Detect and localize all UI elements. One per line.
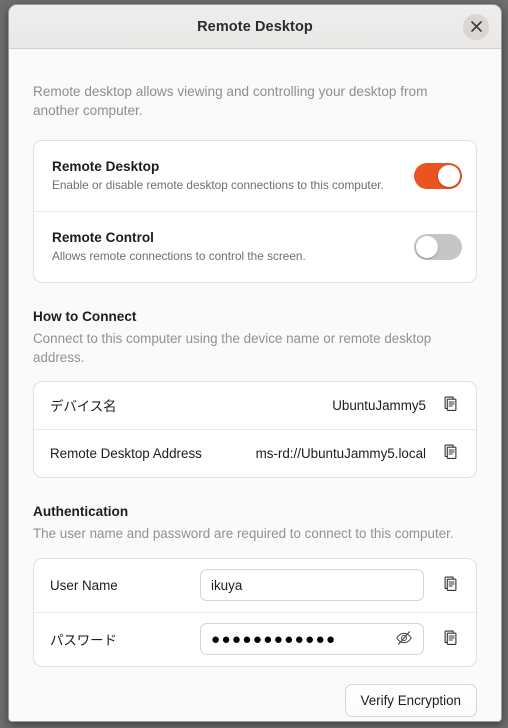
copy-user-name-button[interactable] [438, 572, 464, 598]
close-button[interactable] [463, 13, 489, 40]
verify-encryption-button[interactable]: Verify Encryption [344, 683, 477, 717]
remote-desktop-texts: Remote Desktop Enable or disable remote … [52, 158, 414, 193]
toggle-knob [416, 235, 438, 258]
remote-desktop-address-row: Remote Desktop Address ms-rd://UbuntuJam… [34, 428, 476, 477]
copy-icon [444, 444, 459, 463]
device-name-value: UbuntuJammy5 [332, 397, 426, 413]
copy-device-name-button[interactable] [438, 392, 464, 418]
copy-icon [444, 576, 459, 595]
remote-desktop-subtitle: Enable or disable remote desktop connect… [52, 177, 384, 192]
remote-control-texts: Remote Control Allows remote connections… [52, 229, 414, 264]
how-to-connect-heading: How to Connect [33, 308, 137, 324]
remote-desktop-title: Remote Desktop [52, 159, 160, 174]
dialog-content: Remote desktop allows viewing and contro… [9, 49, 501, 721]
remote-control-toggle[interactable] [414, 233, 462, 260]
toggle-knob [438, 164, 460, 187]
password-masked-value: ●●●●●●●●●●●● [211, 631, 337, 647]
password-field[interactable]: ●●●●●●●●●●●● [200, 623, 424, 656]
authentication-heading: Authentication [33, 503, 129, 519]
connection-info-card: デバイス名 UbuntuJammy5 Remote Desktop Addres… [33, 380, 477, 478]
titlebar: Remote Desktop [9, 5, 501, 49]
copy-remote-desktop-address-button[interactable] [438, 440, 464, 466]
close-icon [470, 21, 482, 32]
toggle-password-visibility-button[interactable] [393, 628, 415, 650]
remote-control-row[interactable]: Remote Control Allows remote connections… [34, 210, 476, 282]
intro-text: Remote desktop allows viewing and contro… [33, 84, 428, 119]
device-name-label: デバイス名 [50, 399, 117, 415]
remote-desktop-address-value: ms-rd://UbuntuJammy5.local [255, 445, 426, 461]
window-title: Remote Desktop [197, 18, 313, 35]
authentication-description: The user name and password are required … [33, 525, 454, 541]
copy-icon [444, 630, 459, 649]
device-name-row: デバイス名 UbuntuJammy5 [34, 382, 476, 429]
copy-password-button[interactable] [438, 626, 464, 652]
remote-desktop-dialog: Remote Desktop Remote desktop allows vie… [8, 4, 502, 722]
user-name-label: User Name [50, 577, 118, 593]
remote-control-title: Remote Control [52, 230, 154, 245]
remote-desktop-row[interactable]: Remote Desktop Enable or disable remote … [34, 141, 476, 211]
remote-desktop-address-label: Remote Desktop Address [50, 445, 202, 461]
remote-control-subtitle: Allows remote connections to control the… [52, 248, 306, 263]
eye-slash-icon [395, 630, 413, 649]
remote-desktop-toggle[interactable] [414, 162, 462, 189]
toggle-card: Remote Desktop Enable or disable remote … [33, 139, 477, 283]
user-name-field[interactable] [200, 569, 424, 602]
authentication-card: User Name パスワード [33, 557, 477, 667]
password-row: パスワード ●●●●●●●●●●●● [34, 611, 476, 666]
user-name-row: User Name [34, 559, 476, 612]
password-label: パスワード [50, 633, 117, 649]
user-name-input[interactable] [211, 577, 415, 593]
copy-icon [444, 396, 459, 415]
how-to-connect-description: Connect to this computer using the devic… [33, 330, 432, 365]
dialog-footer: Verify Encryption [33, 683, 477, 717]
